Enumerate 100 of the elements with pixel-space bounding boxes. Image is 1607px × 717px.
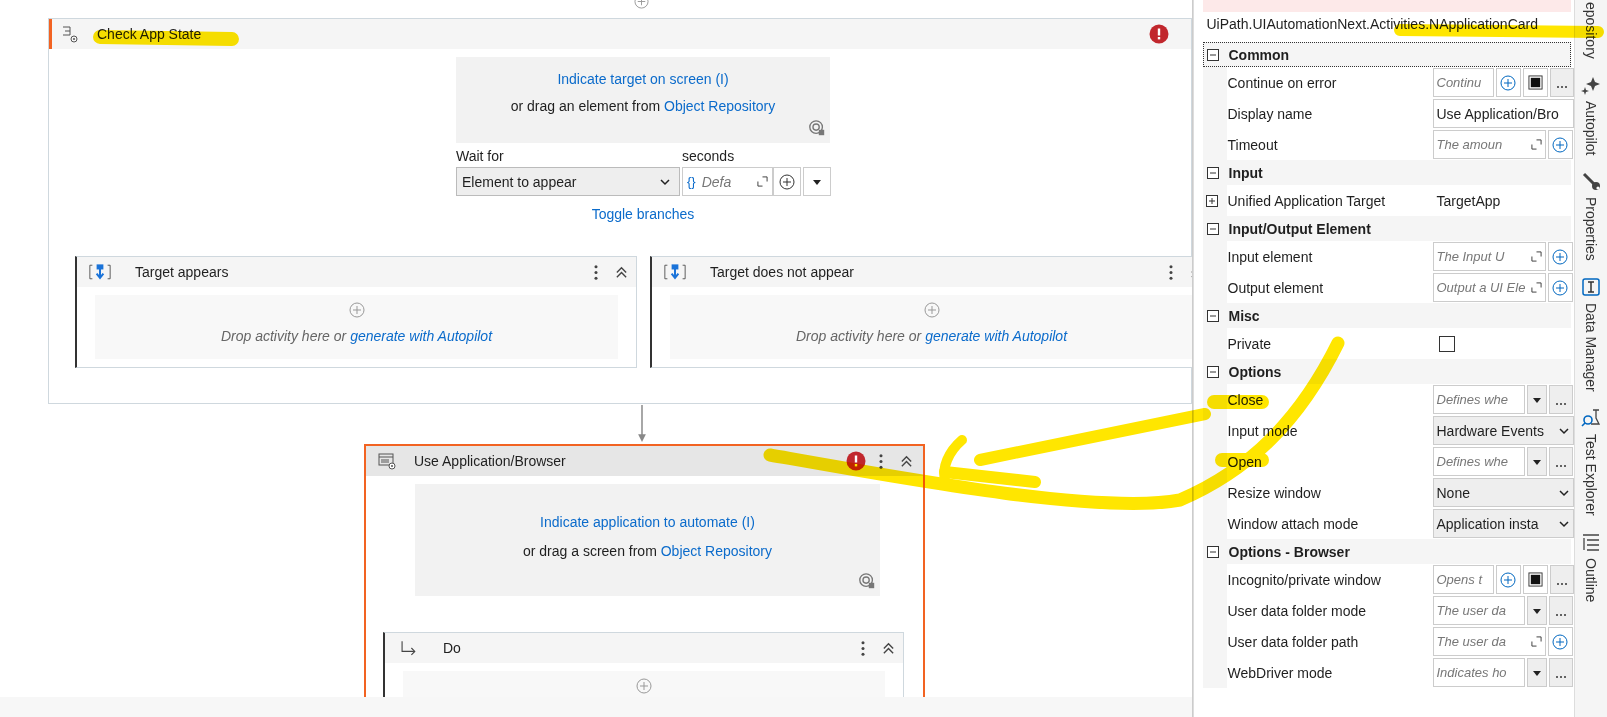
expression-field[interactable]: The Input U: [1432, 242, 1546, 271]
property-label: Private: [1226, 335, 1273, 352]
collapse-toggle-icon[interactable]: [1206, 309, 1219, 322]
dropdown[interactable]: None: [1432, 478, 1574, 507]
dropdown-button[interactable]: [1526, 385, 1547, 414]
browser-window-icon: [378, 452, 396, 470]
collapse-toggle-icon[interactable]: [1206, 222, 1219, 235]
toggle-branches-link[interactable]: Toggle branches: [591, 206, 695, 222]
more-icon[interactable]: [878, 452, 884, 470]
ellipsis-icon: [1554, 402, 1567, 406]
property-value: TargetApp: [1435, 192, 1501, 209]
autopilot-link[interactable]: generate with Autopilot: [925, 328, 1068, 344]
object-repository-link[interactable]: Object Repository: [664, 98, 776, 114]
toggle-button[interactable]: [1522, 68, 1548, 97]
expression-field[interactable]: Indicates ho: [1432, 658, 1525, 687]
dropdown[interactable]: Application insta: [1432, 509, 1574, 538]
collapse-toggle-icon[interactable]: [1206, 48, 1219, 61]
dropdown[interactable]: Hardware Events: [1432, 416, 1574, 445]
section-header[interactable]: Options: [1202, 359, 1572, 384]
drag-hint: or drag a screen from Object Repository: [523, 543, 772, 559]
add-button[interactable]: [1547, 242, 1573, 271]
collapse-toggle-icon[interactable]: [1206, 545, 1219, 558]
check-state-icon: [61, 25, 79, 43]
outline-icon: [1581, 531, 1601, 552]
expression-field[interactable]: The user da: [1432, 596, 1525, 625]
side-tab[interactable]: Outline: [1581, 531, 1601, 602]
expression-field[interactable]: Defines whe: [1432, 385, 1525, 414]
add-button[interactable]: [773, 167, 801, 196]
add-button[interactable]: [1496, 565, 1521, 594]
property-label: Open: [1226, 453, 1263, 470]
plus-icon: [1552, 633, 1568, 650]
do-title: Do: [443, 640, 461, 656]
plus-icon: [779, 173, 795, 190]
collapse-icon[interactable]: [615, 265, 628, 279]
expand-icon[interactable]: [1530, 251, 1542, 262]
property-label: Timeout: [1226, 136, 1279, 153]
text-field[interactable]: Use Application/Bro: [1432, 99, 1574, 128]
more-icon[interactable]: [860, 639, 866, 657]
more-icon[interactable]: [593, 263, 599, 281]
expression-field[interactable]: Output a UI Ele: [1432, 273, 1546, 302]
side-tab[interactable]: Properties: [1581, 171, 1601, 262]
target-icon[interactable]: [858, 572, 876, 590]
collapse-icon[interactable]: [900, 454, 913, 468]
section-header[interactable]: Input: [1202, 160, 1572, 185]
add-button[interactable]: [1496, 68, 1521, 97]
property-label: Close: [1226, 391, 1265, 408]
property-label: Input element: [1226, 248, 1314, 265]
expression-field[interactable]: Continu: [1432, 68, 1495, 97]
toggle-button[interactable]: [1522, 565, 1548, 594]
expression-field[interactable]: The amoun: [1432, 130, 1546, 159]
collapse-toggle-icon[interactable]: [1206, 166, 1219, 179]
section-header[interactable]: Input/Output Element: [1202, 216, 1572, 241]
dropdown-button[interactable]: [1526, 596, 1547, 625]
autopilot-link[interactable]: generate with Autopilot: [350, 328, 493, 344]
branch-icon: [664, 263, 686, 281]
ellipsis-icon: [1554, 464, 1567, 468]
expression-field[interactable]: Defines whe: [1432, 447, 1525, 476]
expand-icon[interactable]: [757, 176, 768, 187]
property-label: User data folder mode: [1226, 602, 1368, 619]
plus-icon: [1552, 248, 1568, 265]
section-header[interactable]: Options - Browser: [1202, 539, 1572, 564]
object-repository-link[interactable]: Object Repository: [660, 543, 772, 559]
expand-icon[interactable]: [1530, 636, 1542, 647]
more-icon[interactable]: [1168, 263, 1174, 281]
wait-for-dropdown[interactable]: Element to appear: [456, 167, 680, 196]
side-tab[interactable]: Autopilot: [1581, 74, 1601, 156]
wrench-icon: [1581, 171, 1601, 192]
property-label: WebDriver mode: [1226, 664, 1334, 681]
ellipsis-icon: [1555, 85, 1568, 89]
add-button[interactable]: [1547, 273, 1573, 302]
expression-field[interactable]: The user da: [1432, 627, 1546, 656]
dropdown-button[interactable]: [803, 167, 831, 196]
property-label: User data folder path: [1226, 633, 1360, 650]
activity-type-name: UiPath.UIAutomationNext.Activities.NApplicationCard: [1205, 15, 1539, 34]
collapse-icon[interactable]: [882, 641, 895, 655]
indicate-target-link[interactable]: Indicate target on screen (I): [557, 71, 729, 87]
expand-toggle-icon[interactable]: [1205, 194, 1218, 207]
drop-hint: Drop activity here or generate with Autopilot: [220, 328, 493, 344]
checkbox[interactable]: [1438, 335, 1455, 352]
section-header[interactable]: Common: [1202, 42, 1572, 67]
target-icon[interactable]: [808, 119, 826, 137]
dropdown-button[interactable]: [1526, 658, 1547, 687]
collapse-toggle-icon[interactable]: [1206, 365, 1219, 378]
branch-title: Target does not appear: [710, 264, 854, 280]
section-header[interactable]: Misc: [1202, 303, 1572, 328]
property-label: Unified Application Target: [1226, 192, 1387, 209]
expression-field[interactable]: Opens t: [1432, 565, 1495, 594]
side-tab[interactable]: Data Manager: [1581, 277, 1601, 392]
expand-icon[interactable]: [1530, 139, 1542, 150]
dropdown-button[interactable]: [1526, 447, 1547, 476]
side-tab[interactable]: Test Explorer: [1581, 407, 1601, 516]
seconds-label: seconds: [682, 148, 736, 166]
seconds-field[interactable]: {} Defa: [682, 167, 773, 196]
add-button[interactable]: [1547, 130, 1573, 159]
property-label: Window attach mode: [1226, 515, 1360, 532]
expand-icon[interactable]: [1530, 282, 1542, 293]
side-tab[interactable]: epository: [1583, 2, 1599, 59]
connector-arrow: [637, 405, 647, 444]
indicate-application-link[interactable]: Indicate application to automate (I): [540, 514, 755, 530]
add-button[interactable]: [1547, 627, 1573, 656]
